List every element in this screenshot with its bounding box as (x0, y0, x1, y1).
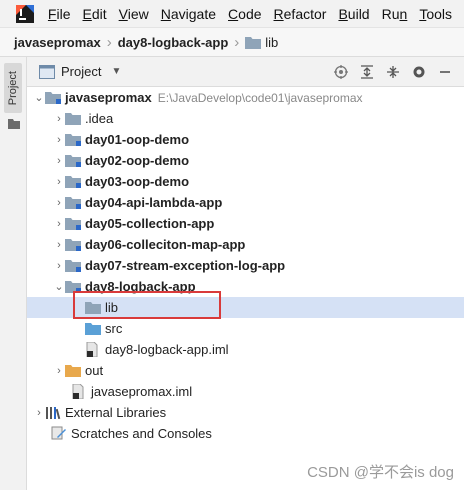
library-icon (45, 405, 63, 421)
tree-node-module[interactable]: › day07-stream-exception-log-app (27, 255, 464, 276)
source-folder-icon (85, 321, 103, 337)
project-panel-header: Project ▼ (27, 57, 464, 87)
chevron-down-icon[interactable]: ⌄ (33, 91, 45, 104)
project-tool-tab-label: Project (7, 70, 19, 106)
iml-file-icon (71, 384, 89, 400)
tree-node-scratches[interactable]: Scratches and Consoles (27, 423, 464, 444)
module-folder-icon (45, 90, 63, 106)
hide-icon[interactable] (432, 57, 458, 87)
chevron-right-icon[interactable]: › (53, 239, 65, 251)
menu-file[interactable]: File (48, 6, 71, 22)
tree-node-label: javasepromax (65, 90, 152, 105)
tree-node-module[interactable]: › day05-collection-app (27, 213, 464, 234)
chevron-right-icon[interactable]: › (53, 197, 65, 209)
tree-node-label: day8-logback-app (85, 279, 196, 294)
tool-window-strip: Project (0, 57, 27, 490)
chevron-right-icon[interactable]: › (53, 113, 65, 125)
folder-icon (65, 111, 83, 127)
tree-node-label: javasepromax.iml (91, 384, 193, 399)
breadcrumb-lib[interactable]: lib (245, 35, 278, 50)
menu-build[interactable]: Build (338, 6, 369, 22)
chevron-down-icon: ▼ (111, 66, 122, 77)
breadcrumb-project[interactable]: javasepromax (14, 35, 101, 50)
tree-node-label: day04-api-lambda-app (85, 195, 223, 210)
module-folder-icon (65, 216, 83, 232)
intellij-logo-icon (14, 3, 36, 25)
chevron-down-icon[interactable]: ⌄ (53, 280, 65, 293)
module-folder-icon (65, 132, 83, 148)
locate-icon[interactable] (328, 57, 354, 87)
project-view-selector[interactable]: Project ▼ (39, 64, 121, 79)
breadcrumb-lib-label: lib (265, 34, 279, 50)
module-folder-icon (65, 153, 83, 169)
tree-node-module[interactable]: › day02-oop-demo (27, 150, 464, 171)
chevron-right-icon[interactable]: › (53, 365, 65, 377)
tree-node-lib[interactable]: lib (27, 297, 464, 318)
tree-node-module[interactable]: › day04-api-lambda-app (27, 192, 464, 213)
collapse-all-icon[interactable] (380, 57, 406, 87)
menu-view[interactable]: View (119, 6, 149, 22)
tree-node-label: day07-stream-exception-log-app (85, 258, 286, 273)
menu-tools[interactable]: Tools (419, 6, 452, 22)
tree-node-out[interactable]: › out (27, 360, 464, 381)
chevron-right-icon[interactable]: › (53, 155, 65, 167)
tree-node-label: day02-oop-demo (85, 153, 190, 168)
tree-node-label: out (85, 363, 104, 378)
tree-node-label: day05-collection-app (85, 216, 215, 231)
scratches-icon (51, 426, 69, 442)
tree-node-label: day06-colleciton-map-app (85, 237, 246, 252)
tree-node-label: day01-oop-demo (85, 132, 190, 147)
module-folder-icon (65, 279, 83, 295)
module-folder-icon (65, 237, 83, 253)
folder-icon (245, 36, 262, 49)
breadcrumb-module[interactable]: day8-logback-app (118, 35, 229, 50)
tree-node-label: day8-logback-app.iml (105, 342, 229, 357)
tree-node-label: src (105, 321, 123, 336)
tree-node-root[interactable]: ⌄ javasepromax E:\JavaDevelop\code01\jav… (27, 87, 464, 108)
chevron-right-icon[interactable]: › (53, 176, 65, 188)
tree-node-idea[interactable]: › .idea (27, 108, 464, 129)
tree-node-iml[interactable]: day8-logback-app.iml (27, 339, 464, 360)
tree-node-label: External Libraries (65, 405, 167, 420)
tree-node-src[interactable]: src (27, 318, 464, 339)
chevron-right-icon[interactable]: › (53, 134, 65, 146)
tree-node-module[interactable]: › day01-oop-demo (27, 129, 464, 150)
gear-icon[interactable] (406, 57, 432, 87)
project-view-label: Project (61, 64, 102, 79)
chevron-right-icon[interactable]: › (53, 218, 65, 230)
chevron-right-icon[interactable]: › (53, 260, 65, 272)
project-tool-tab[interactable]: Project (4, 63, 22, 113)
menu-code[interactable]: Code (228, 6, 261, 22)
module-folder-icon (65, 174, 83, 190)
module-folder-icon (65, 258, 83, 274)
tree-node-label: day03-oop-demo (85, 174, 190, 189)
module-folder-icon (65, 195, 83, 211)
tree-node-module[interactable]: › day06-colleciton-map-app (27, 234, 464, 255)
breadcrumb-separator-icon: › (106, 33, 112, 51)
breadcrumb: javasepromax › day8-logback-app › lib (0, 27, 464, 57)
folder-icon (85, 300, 103, 316)
tree-node-external-libraries[interactable]: › External Libraries (27, 402, 464, 423)
menu-navigate[interactable]: Navigate (161, 6, 216, 22)
menu-run[interactable]: Run (382, 6, 408, 22)
project-tree: ⌄ javasepromax E:\JavaDevelop\code01\jav… (27, 87, 464, 490)
tree-node-label: lib (105, 300, 119, 315)
tree-node-module[interactable]: ⌄ day8-logback-app (27, 276, 464, 297)
tree-node-root-iml[interactable]: javasepromax.iml (27, 381, 464, 402)
tree-node-path: E:\JavaDevelop\code01\javasepromax (157, 90, 363, 105)
menu-edit[interactable]: Edit (83, 6, 107, 22)
menu-bar: File Edit View Navigate Code Refactor Bu… (0, 0, 464, 27)
folder-icon[interactable] (8, 117, 20, 132)
chevron-right-icon[interactable]: › (33, 407, 45, 419)
project-view-icon (39, 64, 55, 79)
iml-file-icon (85, 342, 103, 358)
expand-all-icon[interactable] (354, 57, 380, 87)
excluded-folder-icon (65, 363, 83, 379)
tree-node-module[interactable]: › day03-oop-demo (27, 171, 464, 192)
menu-refactor[interactable]: Refactor (274, 6, 327, 22)
tree-node-label: Scratches and Consoles (71, 426, 212, 441)
watermark: CSDN @学不会is dog (307, 464, 454, 481)
breadcrumb-separator-icon: › (234, 33, 240, 51)
tree-node-label: .idea (85, 111, 114, 126)
